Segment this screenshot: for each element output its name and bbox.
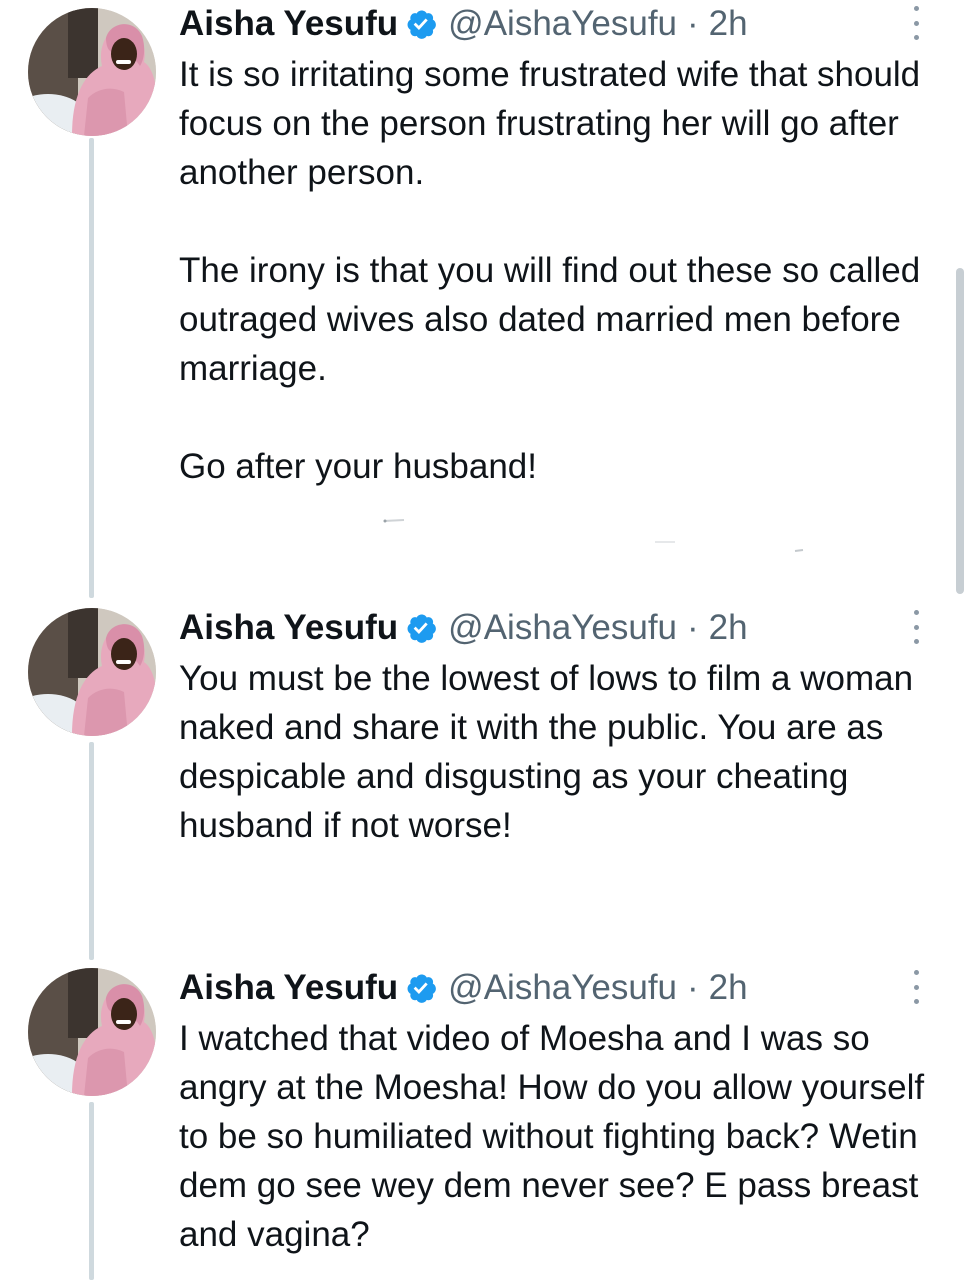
separator-dot: · [687,4,699,43]
tweet-paragraph: The irony is that you will find out thes… [179,251,921,388]
separator-dot: · [687,608,699,647]
avatar[interactable] [28,968,156,1096]
verified-badge-icon [404,611,438,645]
timestamp[interactable]: 2h [709,606,748,650]
tweet-paragraph: Go after your husband! [179,447,537,486]
tweet-text: It is so irritating some frustrated wife… [179,50,939,491]
tweet-thread: Aisha Yesufu @AishaYesufu · 2h It is so … [0,0,964,1280]
tweet-header: Aisha Yesufu @AishaYesufu · 2h [179,2,748,46]
tweet-paragraph: You must be the lowest of lows to film a… [179,659,914,845]
author-handle[interactable]: @AishaYesufu [448,2,677,46]
timestamp[interactable]: 2h [709,2,748,46]
profile-photo-icon [28,968,156,1096]
profile-photo-icon [28,8,156,136]
more-options-icon[interactable] [906,610,926,644]
author-name[interactable]: Aisha Yesufu [179,606,398,650]
verified-badge-icon [404,971,438,1005]
thread-connector-line [89,742,94,960]
timestamp[interactable]: 2h [709,966,748,1010]
thread-connector-line [89,138,94,598]
tweet-text: I watched that video of Moesha and I was… [179,1014,939,1259]
author-handle[interactable]: @AishaYesufu [448,966,677,1010]
tweet-paragraph: I watched that video of Moesha and I was… [179,1019,925,1254]
tweet-text: You must be the lowest of lows to film a… [179,654,939,850]
more-options-icon[interactable] [906,6,926,40]
more-options-icon[interactable] [906,970,926,1004]
thread-connector-line [89,1102,94,1280]
author-name[interactable]: Aisha Yesufu [179,2,398,46]
verified-badge-icon [404,7,438,41]
avatar[interactable] [28,608,156,736]
separator-dot: · [687,968,699,1007]
scrollbar[interactable] [956,268,964,594]
tweet-paragraph: It is so irritating some frustrated wife… [179,55,921,192]
author-handle[interactable]: @AishaYesufu [448,606,677,650]
tweet-header: Aisha Yesufu @AishaYesufu · 2h [179,606,748,650]
profile-photo-icon [28,608,156,736]
avatar[interactable] [28,8,156,136]
author-name[interactable]: Aisha Yesufu [179,966,398,1010]
tweet-header: Aisha Yesufu @AishaYesufu · 2h [179,966,748,1010]
